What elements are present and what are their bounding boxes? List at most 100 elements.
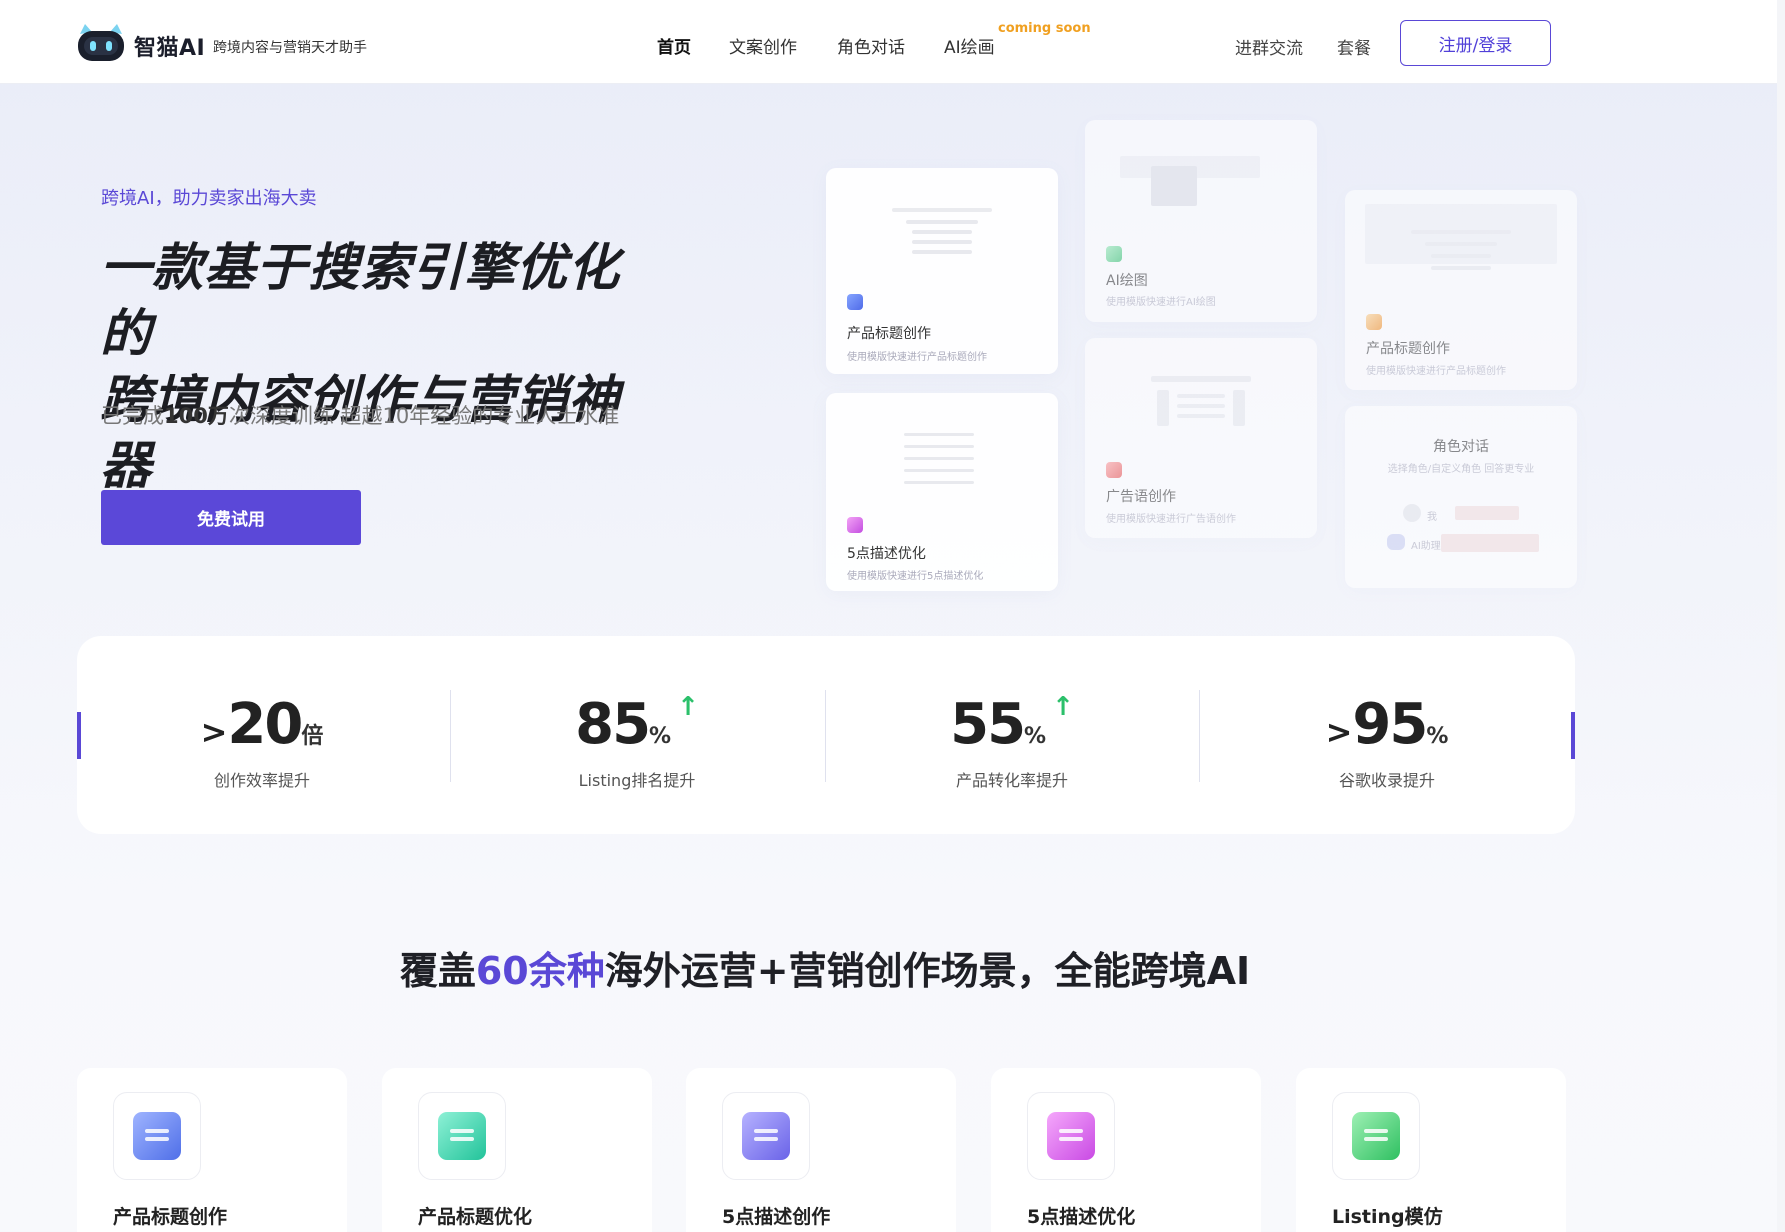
hero-subtitle-suffix: 次深度训练 超越10年经验的专业人士水准: [228, 404, 620, 428]
chat-bubble: [1441, 534, 1539, 552]
rocket-icon-glyph: [438, 1112, 486, 1160]
chat-bot-label: AI助理: [1411, 541, 1441, 552]
stat-number: 85: [575, 692, 651, 757]
placeholder-bar: [892, 208, 992, 212]
cube-icon: [847, 294, 863, 310]
cat-robot-logo-icon[interactable]: [76, 24, 126, 62]
up-arrow-icon: ↑: [677, 692, 699, 722]
megaphone-icon: [1106, 462, 1122, 478]
register-login-button[interactable]: 注册/登录: [1400, 20, 1551, 66]
stat-label: 创作效率提升: [213, 771, 310, 790]
placeholder-bar: [1177, 404, 1225, 408]
bag-icon: [1027, 1092, 1115, 1180]
preview-card-title: AI绘图: [1106, 273, 1148, 289]
stat-label: 产品转化率提升: [955, 771, 1068, 790]
placeholder-bar: [1151, 376, 1251, 382]
placeholder-bar: [1431, 266, 1491, 270]
list-icon-glyph: [742, 1112, 790, 1160]
nav-ai-painting[interactable]: AI绘画: [944, 33, 995, 58]
feature-card-bullet-creation[interactable]: 5点描述创作: [686, 1068, 956, 1232]
page-scrollbar[interactable]: [1777, 0, 1785, 1232]
user-avatar-icon: [1403, 504, 1421, 522]
feature-title: 5点描述创作: [722, 1206, 831, 1228]
preview-card-bullet-optimize[interactable]: 5点描述优化 使用模版快速进行5点描述优化: [826, 393, 1058, 591]
edit-icon: [113, 1092, 201, 1180]
preview-card-title: 5点描述优化: [847, 546, 926, 562]
stat-unit: %: [1024, 724, 1047, 749]
feature-title: 5点描述优化: [1027, 1206, 1136, 1228]
logo-text[interactable]: 智猫AI: [134, 30, 205, 62]
placeholder-bar: [1411, 230, 1511, 234]
preview-card-desc: 选择角色/自定义角色 回答更专业: [1387, 464, 1535, 475]
placeholder-bar: [912, 230, 972, 234]
stat-prefix: >: [200, 713, 228, 751]
placeholder-bar: [1177, 414, 1225, 418]
stats-divider: [825, 690, 826, 782]
preview-card-ai-drawing[interactable]: AI绘图 使用模版快速进行AI绘图: [1085, 120, 1317, 322]
stat-unit: %: [649, 724, 672, 749]
placeholder-bar: [904, 481, 974, 484]
chat-bubble: [1455, 506, 1519, 520]
stat-google-index: >95% 谷歌收录提升: [1207, 692, 1567, 791]
stats-right-accent: [1571, 712, 1575, 759]
preview-card-title: 广告语创作: [1106, 489, 1176, 505]
feature-title: 产品标题创作: [113, 1206, 228, 1228]
feature-title: 产品标题优化: [418, 1206, 533, 1228]
stat-efficiency: >20倍 创作效率提升: [82, 692, 442, 791]
list-icon: [722, 1092, 810, 1180]
stat-label: 谷歌收录提升: [1338, 771, 1435, 790]
feature-title: Listing模仿: [1332, 1206, 1443, 1228]
preview-card-role-chat[interactable]: 角色对话 选择角色/自定义角色 回答更专业 我 AI助理: [1345, 406, 1577, 588]
free-trial-button[interactable]: 免费试用: [101, 490, 361, 545]
feature-card-title-optimize[interactable]: 产品标题优化: [382, 1068, 652, 1232]
feature-card-title-creation[interactable]: 产品标题创作: [77, 1068, 347, 1232]
clipboard-icon-glyph: [1352, 1112, 1400, 1160]
hero-title: 一款基于搜索引擎优化的 跨境内容创作与营销神器: [100, 236, 660, 500]
stat-listing-rank: 85%↑ Listing排名提升: [457, 692, 817, 791]
bag-icon-glyph: [1047, 1112, 1095, 1160]
top-navbar: 智猫AI 跨境内容与营销天才助手 首页 文案创作 角色对话 AI绘画 comin…: [0, 0, 1785, 84]
join-group-link[interactable]: 进群交流: [1235, 34, 1303, 59]
stat-unit: %: [1426, 724, 1449, 749]
placeholder-bar: [1431, 254, 1491, 258]
nav-copywriting[interactable]: 文案创作: [729, 33, 797, 58]
hero-eyebrow: 跨境AI，助力卖家出海大卖: [101, 188, 317, 209]
placeholder-bar: [904, 469, 974, 472]
logo-tagline: 跨境内容与营销天才助手: [213, 40, 367, 56]
feature-card-bullet-optimize[interactable]: 5点描述优化: [991, 1068, 1261, 1232]
placeholder-bar: [904, 445, 974, 448]
preview-card-title-creation-2[interactable]: 产品标题创作 使用模版快速进行产品标题创作: [1345, 190, 1577, 390]
preview-card-title: 产品标题创作: [1366, 341, 1450, 357]
coming-soon-badge: coming soon: [998, 21, 1091, 36]
stats-divider: [450, 690, 451, 782]
plans-link[interactable]: 套餐: [1337, 34, 1371, 59]
section-title-prefix: 覆盖: [399, 949, 476, 993]
placeholder-bar: [1157, 390, 1169, 426]
stat-conversion: 55%↑ 产品转化率提升: [832, 692, 1192, 791]
stat-unit: 倍: [301, 724, 324, 749]
preview-card-title-creation[interactable]: 产品标题创作 使用模版快速进行产品标题创作: [826, 168, 1058, 374]
preview-card-slogan[interactable]: 广告语创作 使用模版快速进行广告语创作: [1085, 338, 1317, 538]
preview-card-title: 角色对话: [1433, 439, 1489, 455]
edit-icon-glyph: [133, 1112, 181, 1160]
hero-title-line-2: 跨境内容创作与营销神器: [100, 371, 621, 496]
placeholder-bar: [1233, 390, 1245, 426]
stat-label: Listing排名提升: [578, 771, 696, 790]
rocket-icon: [418, 1092, 506, 1180]
up-arrow-icon: ↑: [1052, 692, 1074, 722]
nav-role-chat[interactable]: 角色对话: [837, 33, 905, 58]
stat-prefix: >: [1325, 713, 1353, 751]
preview-card-desc: 使用模版快速进行5点描述优化: [847, 571, 984, 582]
bot-avatar-icon: [1387, 534, 1405, 550]
doc-icon: [1366, 314, 1382, 330]
placeholder-bar: [904, 457, 974, 460]
placeholder-bar: [912, 250, 972, 254]
placeholder-bar: [906, 220, 978, 224]
preview-card-title: 产品标题创作: [847, 326, 931, 342]
image-placeholder: [1151, 166, 1197, 206]
placeholder-bar: [1177, 394, 1225, 398]
stats-divider: [1199, 690, 1200, 782]
feature-card-listing-imitate[interactable]: Listing模仿: [1296, 1068, 1566, 1232]
nav-home[interactable]: 首页: [657, 33, 691, 58]
hero-subtitle-highlight: 100万: [164, 404, 229, 428]
